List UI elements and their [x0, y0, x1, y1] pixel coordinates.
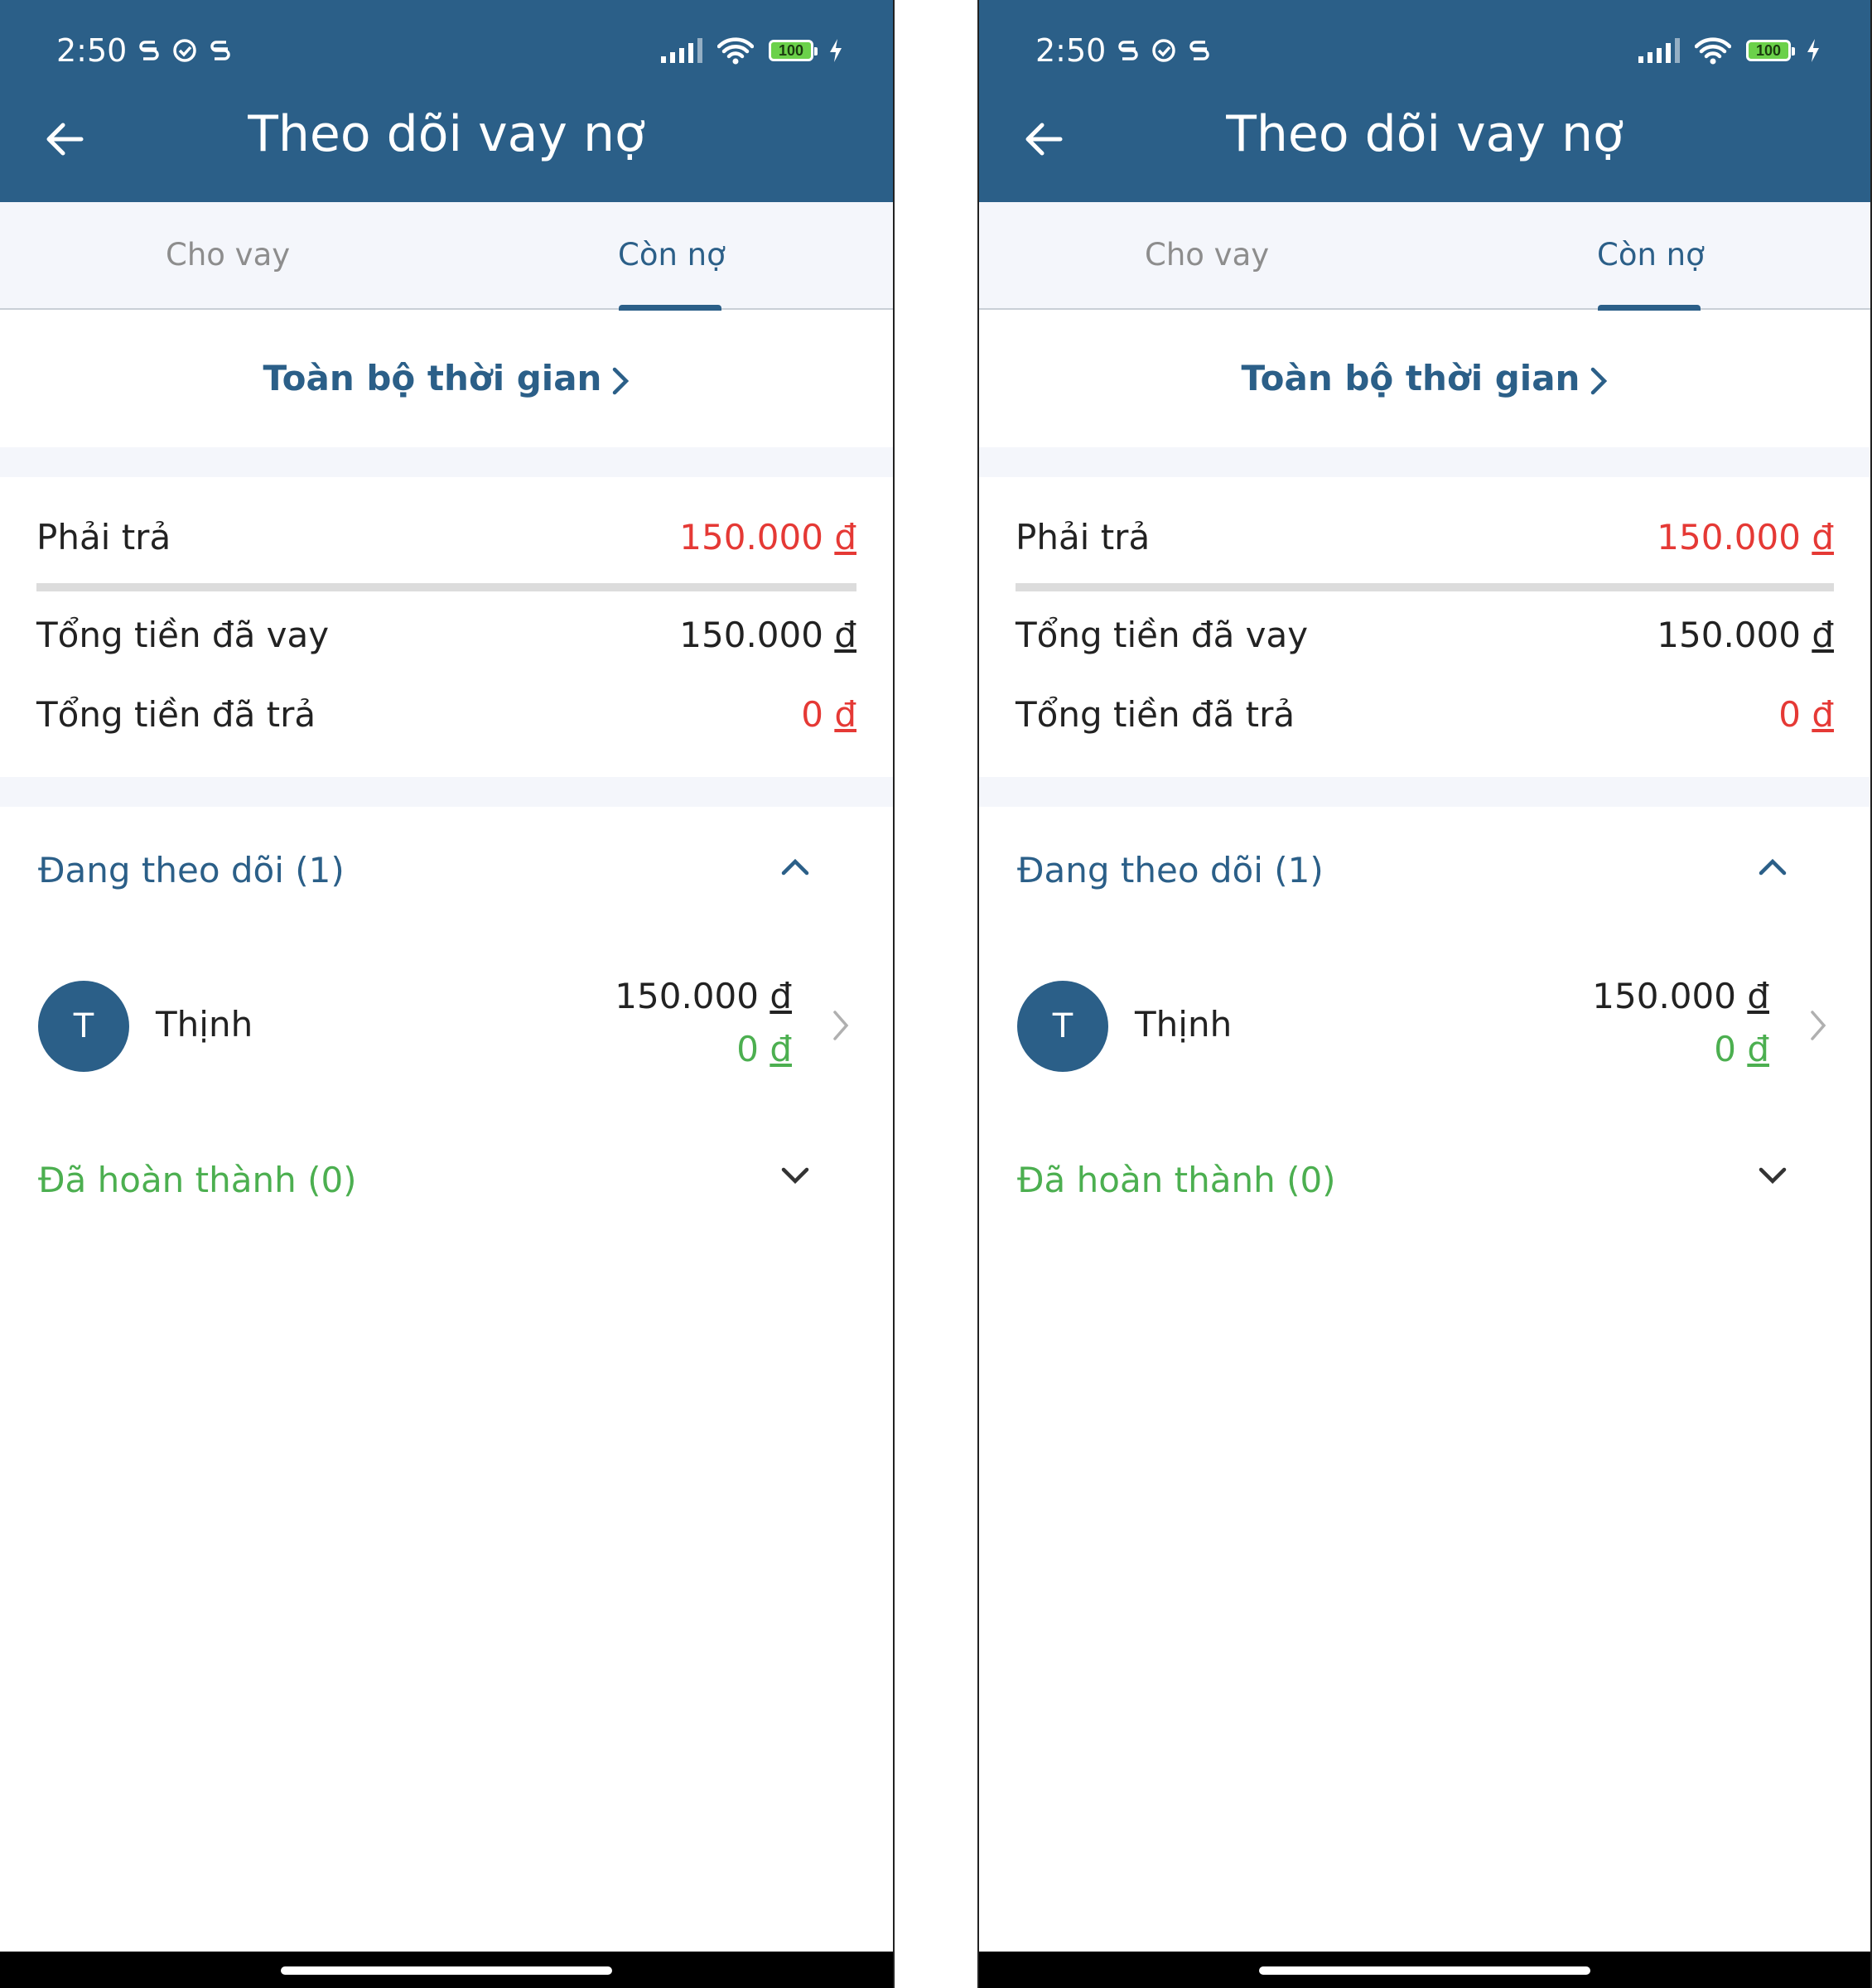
phone-screen-left: 2:50 100 Theo dõi vay nợ Cho vay Còn nợ … [0, 0, 895, 1988]
section-gap [0, 777, 893, 807]
debtor-name: Thịnh [156, 1004, 253, 1045]
must-pay-label: Phải trả [36, 517, 171, 557]
home-indicator[interactable] [281, 1966, 612, 1975]
period-selector[interactable]: Toàn bộ thời gian [0, 358, 893, 398]
tab-bar: Cho vay Còn nợ [979, 202, 1870, 311]
signal-icon [1638, 38, 1680, 63]
signal-icon [661, 38, 702, 63]
page-title: Theo dõi vay nợ [1226, 105, 1624, 163]
status-time: 2:50 [1035, 32, 1107, 69]
chevron-up-icon[interactable] [780, 856, 810, 876]
status-bar: 2:50 100 [1035, 30, 1821, 71]
tab-con-no[interactable]: Còn nợ [618, 237, 726, 273]
battery-icon: 100 [769, 40, 818, 61]
must-pay-label: Phải trả [1016, 517, 1151, 557]
status-time: 2:50 [56, 32, 128, 69]
tab-bar: Cho vay Còn nợ [0, 202, 893, 311]
system-nav-bar [979, 1952, 1870, 1988]
completed-section-header[interactable]: Đã hoàn thành (0) [1017, 1160, 1821, 1200]
notification-s-icon [1118, 41, 1139, 60]
progress-bar [36, 583, 856, 591]
must-pay-row: Phải trả 150.000 đ [1016, 517, 1834, 557]
chevron-right-icon [833, 1011, 849, 1040]
section-gap [979, 447, 1870, 477]
total-paid-value: 0 đ [1778, 694, 1834, 735]
debtor-paid: 0 đ [1714, 1029, 1769, 1069]
charging-bolt-icon [1807, 39, 1819, 62]
total-paid-row: Tổng tiền đã trả 0 đ [1016, 694, 1834, 735]
app-bar: 2:50 100 Theo dõi vay nợ [979, 0, 1870, 202]
total-paid-row: Tổng tiền đã trả 0 đ [36, 694, 856, 735]
notification-icons [1117, 37, 1210, 64]
period-selector[interactable]: Toàn bộ thời gian [979, 358, 1870, 398]
tracking-section-header[interactable]: Đang theo dõi (1) [38, 850, 843, 890]
chevron-up-icon[interactable] [1758, 856, 1788, 876]
notification-icons [138, 37, 231, 64]
total-borrowed-value: 150.000 đ [679, 615, 856, 655]
completed-label: Đã hoàn thành (0) [1017, 1160, 1336, 1200]
tracking-label: Đang theo dõi (1) [38, 850, 345, 890]
tab-cho-vay[interactable]: Cho vay [166, 237, 290, 273]
period-label: Toàn bộ thời gian [1241, 358, 1580, 398]
status-bar: 2:50 100 [56, 30, 843, 71]
active-tab-indicator [619, 305, 721, 311]
total-borrowed-row: Tổng tiền đã vay 150.000 đ [36, 615, 856, 655]
total-paid-value: 0 đ [801, 694, 856, 735]
check-circle-icon [173, 39, 197, 62]
completed-label: Đã hoàn thành (0) [38, 1160, 357, 1200]
total-paid-label: Tổng tiền đã trả [1016, 694, 1295, 735]
debtor-amount: 150.000 đ [1592, 976, 1769, 1016]
notification-s-icon [1189, 41, 1210, 60]
tracking-label: Đang theo dõi (1) [1017, 850, 1324, 890]
must-pay-row: Phải trả 150.000 đ [36, 517, 856, 557]
tab-cho-vay[interactable]: Cho vay [1145, 237, 1269, 273]
must-pay-value: 150.000 đ [1657, 517, 1834, 557]
total-borrowed-label: Tổng tiền đã vay [36, 615, 330, 655]
chevron-down-icon[interactable] [780, 1166, 810, 1186]
chevron-down-icon[interactable] [1758, 1166, 1788, 1186]
chevron-right-icon [1811, 1011, 1826, 1040]
app-bar: 2:50 100 Theo dõi vay nợ [0, 0, 893, 202]
debtor-amount: 150.000 đ [615, 976, 792, 1016]
wifi-icon [1695, 37, 1731, 65]
wifi-icon [717, 37, 754, 65]
active-tab-indicator [1598, 305, 1701, 311]
system-nav-bar [0, 1952, 893, 1988]
notification-s-icon [139, 41, 160, 60]
total-borrowed-row: Tổng tiền đã vay 150.000 đ [1016, 615, 1834, 655]
period-label: Toàn bộ thời gian [263, 358, 602, 398]
page-title: Theo dõi vay nợ [248, 105, 645, 163]
must-pay-value: 150.000 đ [679, 517, 856, 557]
total-borrowed-value: 150.000 đ [1657, 615, 1834, 655]
check-circle-icon [1152, 39, 1176, 62]
progress-bar [1016, 583, 1834, 591]
section-gap [0, 447, 893, 477]
debtor-paid: 0 đ [736, 1029, 792, 1069]
total-borrowed-label: Tổng tiền đã vay [1016, 615, 1309, 655]
chevron-right-icon [613, 367, 630, 394]
completed-section-header[interactable]: Đã hoàn thành (0) [38, 1160, 843, 1200]
tracking-section-header[interactable]: Đang theo dõi (1) [1017, 850, 1821, 890]
home-indicator[interactable] [1259, 1966, 1590, 1975]
battery-icon: 100 [1746, 40, 1795, 61]
chevron-right-icon [1591, 367, 1608, 394]
tab-con-no[interactable]: Còn nợ [1597, 237, 1705, 273]
avatar: T [1017, 981, 1108, 1072]
debtor-name: Thịnh [1135, 1004, 1233, 1045]
notification-s-icon [210, 41, 231, 60]
section-gap [979, 777, 1870, 807]
phone-screen-right: 2:50 100 Theo dõi vay nợ Cho vay Còn nợ … [977, 0, 1872, 1988]
total-paid-label: Tổng tiền đã trả [36, 694, 316, 735]
charging-bolt-icon [830, 39, 842, 62]
avatar: T [38, 981, 129, 1072]
